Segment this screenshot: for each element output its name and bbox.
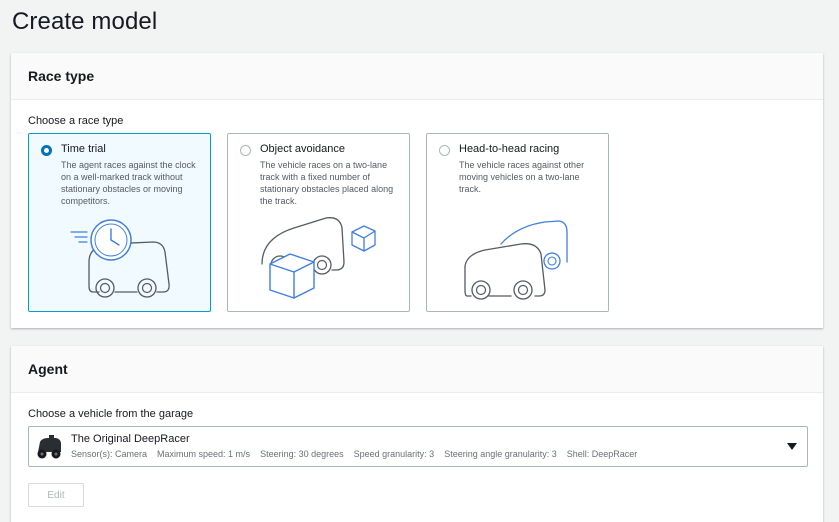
vehicle-select-dropdown[interactable]: The Original DeepRacer Sensor(s): Camera… [28, 426, 808, 467]
race-option-head-to-head[interactable]: Head-to-head racing The vehicle races ag… [426, 133, 609, 312]
vehicle-specs: Sensor(s): Camera Maximum speed: 1 m/s S… [71, 449, 637, 459]
spec-sensor: Sensor(s): Camera [71, 449, 148, 459]
race-type-header: Race type [11, 53, 823, 100]
edit-button[interactable]: Edit [28, 483, 84, 507]
vehicle-label: Choose a vehicle from the garage [28, 408, 194, 420]
race-option-time-trial[interactable]: Time trial The agent races against the c… [28, 133, 211, 312]
race-type-panel: Race type Choose a race type Time trial … [11, 53, 823, 328]
vehicle-name: The Original DeepRacer [71, 433, 190, 445]
agent-header: Agent [11, 346, 823, 393]
agent-panel: Agent Choose a vehicle from the garage T… [11, 346, 823, 522]
time-trial-car-clock-icon [70, 219, 170, 298]
spec-steering-granularity: Steering angle granularity: 3 [444, 449, 557, 459]
spec-shell: Shell: DeepRacer [566, 449, 638, 459]
object-avoidance-car-box-icon [261, 217, 376, 299]
spec-steering: Steering: 30 degrees [260, 449, 344, 459]
race-type-label: Choose a race type [28, 115, 124, 127]
head-to-head-two-cars-icon [464, 220, 568, 300]
caret-down-icon[interactable] [787, 443, 797, 450]
spec-speed-granularity: Speed granularity: 3 [353, 449, 435, 459]
deepracer-vehicle-icon [37, 435, 61, 459]
race-option-object-avoidance[interactable]: Object avoidance The vehicle races on a … [227, 133, 410, 312]
page-title: Create model [12, 8, 158, 35]
spec-max-speed: Maximum speed: 1 m/s [157, 449, 251, 459]
